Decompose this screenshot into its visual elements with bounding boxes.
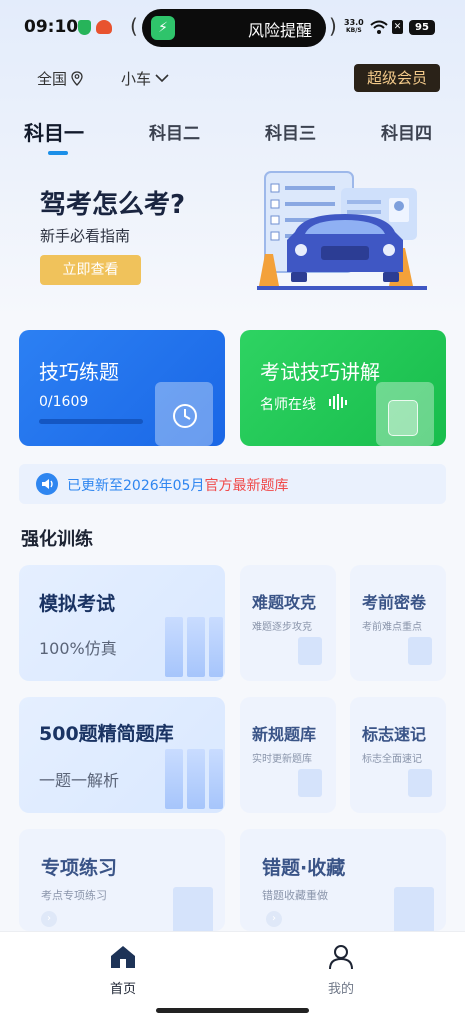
clock-icon: [173, 404, 197, 428]
bookmark-book-icon: [298, 637, 322, 665]
arrow-right-icon: ›: [266, 911, 282, 927]
speaker-icon: [36, 473, 58, 495]
audio-wave-icon: [329, 394, 347, 410]
traffic-sign-icon: [408, 769, 432, 797]
tab-subject-3[interactable]: 科目三: [265, 119, 316, 144]
vip-button[interactable]: 超级会员: [354, 64, 440, 92]
special-practice-card[interactable]: 专项练习 考点专项练习 ›: [19, 829, 225, 931]
chevron-down-icon: [155, 74, 169, 83]
nav-me-label: 我的: [327, 982, 354, 997]
mock-exam-subtitle: 100%仿真: [39, 639, 117, 658]
book-icon: [209, 749, 223, 809]
mistakes-card[interactable]: 错题·收藏 错题收藏重做 ›: [240, 829, 446, 931]
car-type-selector[interactable]: 小车: [121, 68, 169, 89]
practice-progress-bar: [39, 419, 143, 424]
document-edit-icon: [173, 887, 213, 931]
wifi-icon: [370, 20, 388, 34]
new-rules-card[interactable]: 新规题库 实时更新题库: [240, 697, 336, 813]
island-bracket-right-icon: ): [329, 14, 337, 38]
location-selector[interactable]: 全国: [37, 68, 83, 89]
status-bar: 09:10 ( ⚡ 风险提醒 ) 33.0 KB/S ✕ 95: [0, 0, 465, 56]
lightning-shield-icon: ⚡: [151, 16, 175, 40]
mistakes-subtitle: 错题收藏重做: [262, 889, 328, 902]
island-bracket-left-icon: (: [130, 14, 138, 38]
tab-subject-1[interactable]: 科目一: [24, 117, 84, 146]
bank-500-title: 500题精简题库: [39, 723, 174, 745]
banner-title: 驾考怎么考?: [40, 190, 186, 220]
practice-card[interactable]: 技巧练题 0/1609: [19, 330, 225, 446]
security-shield-icon: [78, 20, 91, 35]
update-notice[interactable]: 已更新至2026年05月官方最新题库: [19, 464, 446, 504]
pre-exam-paper-card[interactable]: 考前密卷 考前难点重点: [350, 565, 446, 681]
notice-main-text: 已更新至2026年05月: [67, 478, 205, 494]
lecture-title: 考试技巧讲解: [260, 360, 380, 384]
mistakes-title: 错题·收藏: [262, 857, 346, 879]
home-indicator[interactable]: [156, 1008, 309, 1013]
document-icon: [408, 637, 432, 665]
nav-me[interactable]: 我的: [301, 944, 381, 997]
hard-questions-subtitle: 难题逐步攻克: [252, 622, 312, 633]
tab-subject-4[interactable]: 科目四: [381, 119, 432, 144]
mock-exam-card[interactable]: 模拟考试 100%仿真: [19, 565, 225, 681]
special-practice-subtitle: 考点专项练习: [41, 889, 107, 902]
section-title: 强化训练: [21, 529, 93, 550]
signs-card[interactable]: 标志速记 标志全面速记: [350, 697, 446, 813]
certificate-inner-icon: [388, 400, 418, 436]
location-pin-icon: [71, 71, 83, 86]
island-text: 风险提醒: [247, 21, 312, 40]
book-icon: [187, 617, 205, 677]
signs-title: 标志速记: [362, 725, 427, 744]
practice-title: 技巧练题: [39, 360, 119, 384]
nav-home-label: 首页: [109, 982, 136, 997]
signs-subtitle: 标志全面速记: [362, 754, 422, 765]
arrow-right-icon: ›: [41, 911, 57, 927]
car-type-label: 小车: [121, 70, 152, 88]
no-sim-icon: ✕: [392, 20, 403, 34]
user-icon: [329, 945, 353, 970]
app-notification-icon: [96, 20, 112, 34]
network-speed: 33.0 KB/S: [344, 18, 364, 35]
lecture-subtitle: 名师在线: [260, 397, 316, 413]
bank-500-subtitle: 一题一解析: [39, 771, 120, 790]
location-label: 全国: [37, 70, 68, 88]
view-now-button[interactable]: 立即查看: [40, 255, 141, 285]
new-rules-subtitle: 实时更新题库: [252, 754, 312, 765]
practice-progress-text: 0/1609: [39, 394, 89, 410]
pre-exam-paper-subtitle: 考前难点重点: [362, 622, 422, 633]
banner-subtitle: 新手必看指南: [40, 227, 131, 245]
book-icon: [165, 749, 183, 809]
new-document-icon: [298, 769, 322, 797]
hard-questions-title: 难题攻克: [252, 593, 317, 612]
star-book-icon: [394, 887, 434, 931]
book-icon: [165, 617, 183, 677]
home-icon: [111, 946, 135, 968]
notice-text: 已更新至2026年05月官方最新题库: [67, 475, 288, 495]
book-icon: [187, 749, 205, 809]
special-practice-title: 专项练习: [41, 857, 118, 879]
bank-500-card[interactable]: 500题精简题库 一题一解析: [19, 697, 225, 813]
active-tab-indicator: [48, 151, 68, 155]
tab-subject-2[interactable]: 科目二: [149, 119, 200, 144]
new-rules-title: 新规题库: [252, 725, 317, 744]
notice-highlight-text: 官方最新题库: [204, 478, 289, 494]
hard-questions-card[interactable]: 难题攻克 难题逐步攻克: [240, 565, 336, 681]
status-time: 09:10: [24, 17, 79, 37]
battery-indicator: 95: [409, 20, 435, 35]
mock-exam-title: 模拟考试: [39, 593, 116, 615]
book-icon: [209, 617, 223, 677]
lecture-card[interactable]: 考试技巧讲解 名师在线: [240, 330, 446, 446]
pre-exam-paper-title: 考前密卷: [362, 593, 427, 612]
dynamic-island[interactable]: ⚡ 风险提醒: [142, 9, 326, 47]
nav-home[interactable]: 首页: [83, 944, 163, 997]
car-checklist-illustration: [257, 171, 427, 290]
